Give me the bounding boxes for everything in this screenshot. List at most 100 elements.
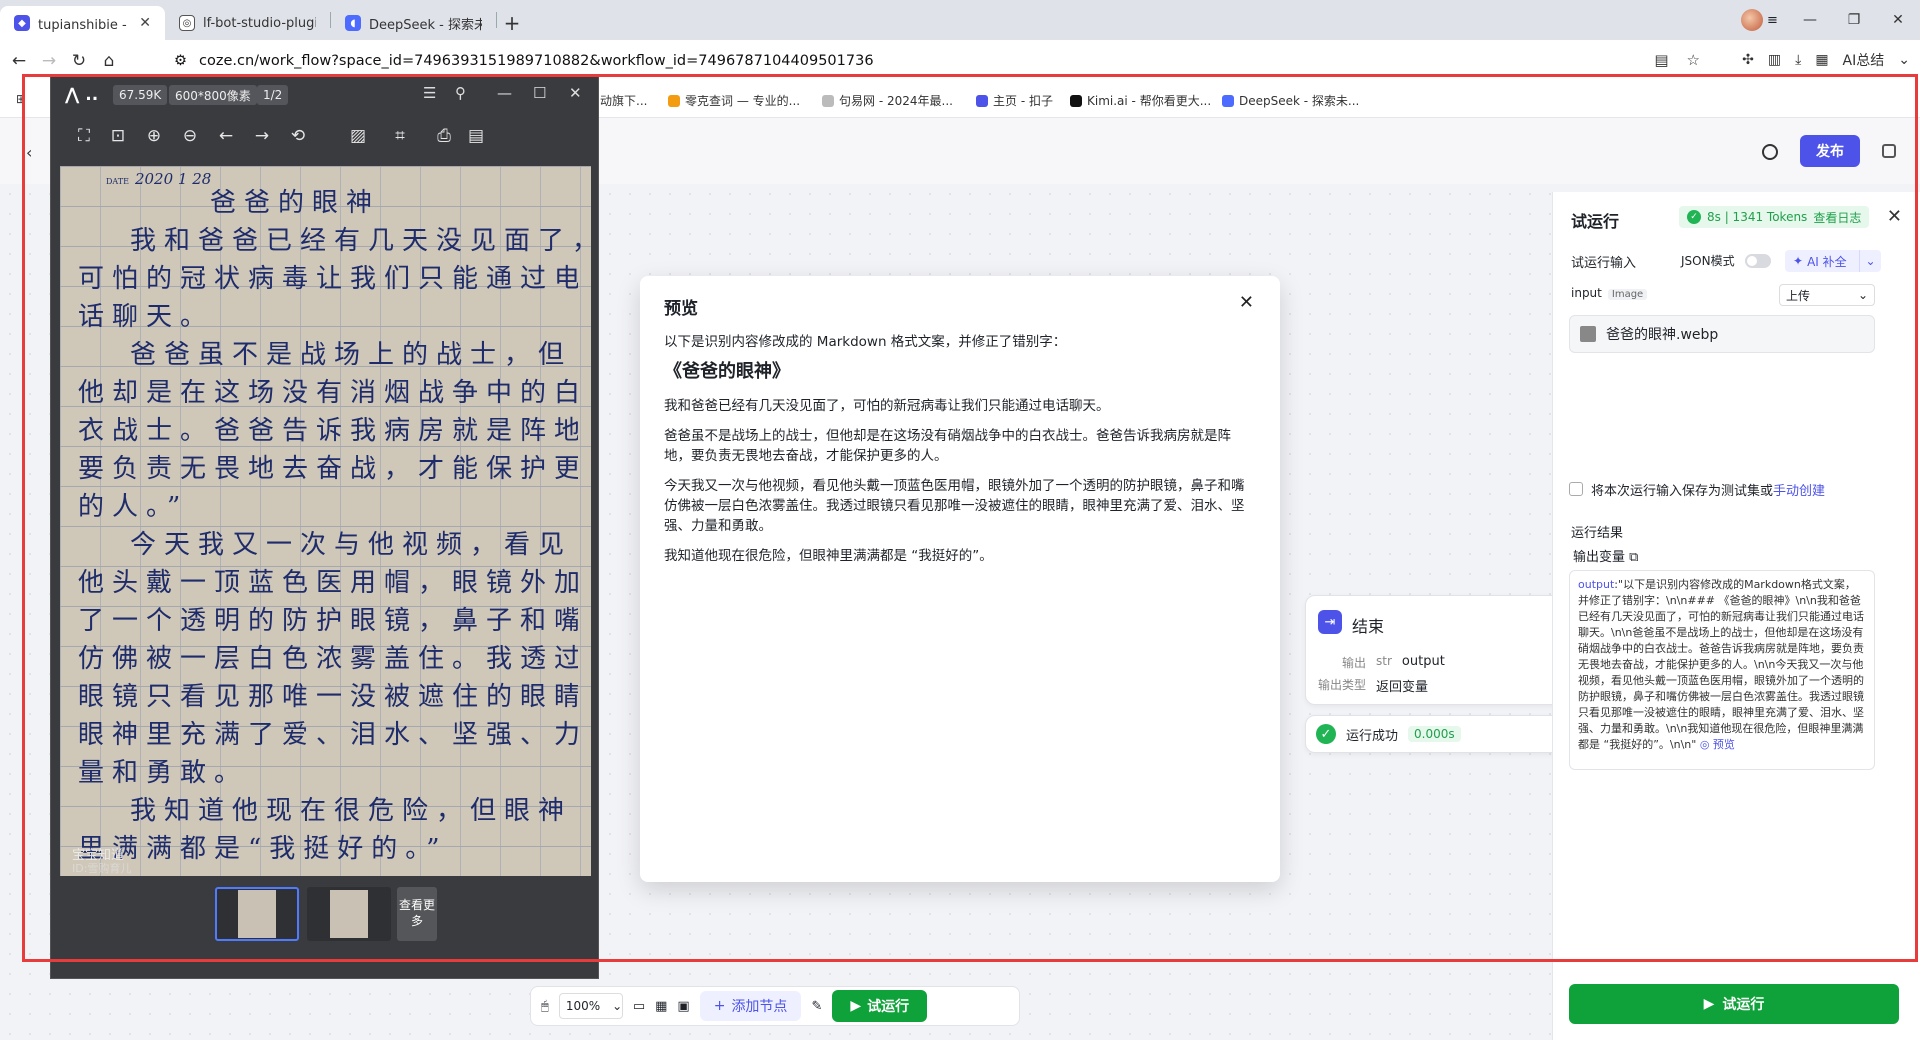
chevron-down-icon: ⌄ xyxy=(1857,288,1868,302)
tab-tupianshibie[interactable]: ◆ tupianshibie - 工 ✕ xyxy=(0,6,165,40)
viewer-titlebar: ⋀ .. 67.59K 600*800像素 1/2 ☰ ⚲ — ☐ ✕ xyxy=(51,75,600,113)
test-run-button[interactable]: ▶ 试运行 xyxy=(832,990,928,1022)
upload-select[interactable]: 上传 ⌄ xyxy=(1779,284,1875,306)
close-modal-icon[interactable]: ✕ xyxy=(1239,292,1254,313)
json-mode-toggle[interactable] xyxy=(1745,254,1771,268)
add-node-button[interactable]: + 添加节点 xyxy=(699,991,802,1021)
zoom-out-icon[interactable]: ⊖ xyxy=(179,125,201,147)
bookmark-favicon-icon xyxy=(822,94,834,107)
ai-summary-icon[interactable]: ▦ xyxy=(1815,52,1828,68)
rotate-icon[interactable]: ⟲ xyxy=(287,125,309,147)
panel-run-button[interactable]: ▶ 试运行 xyxy=(1569,984,1899,1024)
sidebar-icon[interactable]: ▥ xyxy=(1768,52,1781,68)
manual-create-link[interactable]: 手动创建 xyxy=(1773,484,1825,499)
reader-mode-icon[interactable]: ▤ xyxy=(1654,51,1668,69)
tab-title: tupianshibie - 工 xyxy=(38,17,131,33)
image-edit-icon[interactable]: ▨ xyxy=(347,125,369,147)
node-end[interactable]: ⇥ 结束 输出 str output 输出类型 返回变量 xyxy=(1305,595,1565,705)
chevron-down-icon[interactable]: ⌄ xyxy=(1859,250,1881,272)
layout-icon[interactable] xyxy=(1882,144,1896,158)
minimize-icon[interactable]: — xyxy=(497,84,512,102)
run-status-node: ✓ 运行成功 0.000s xyxy=(1305,715,1565,753)
save-icon[interactable]: ▤ xyxy=(465,125,487,147)
new-tab-button[interactable]: + xyxy=(497,6,527,40)
menu-icon[interactable]: ☰ xyxy=(423,84,436,102)
bookmark-favicon-icon xyxy=(1222,94,1234,107)
handwriting-line: 爸爸虽不是战场上的战士，但 xyxy=(130,340,573,370)
bookmark-item[interactable]: 零克查词 — 专业的... xyxy=(668,92,800,109)
handwriting-line: 了一个透明的防护眼镜，鼻子和嘴 xyxy=(78,606,578,636)
print-icon[interactable]: ⎙ xyxy=(433,125,455,147)
thumbnail-image xyxy=(238,890,276,938)
pin-icon[interactable]: ⚲ xyxy=(455,84,466,102)
copy-icon[interactable]: ⧉ xyxy=(1629,550,1638,565)
profile-menu[interactable]: ≡ xyxy=(1741,8,1785,32)
close-tab-icon[interactable]: ✕ xyxy=(139,15,151,31)
chevron-down-icon[interactable]: ⌄ xyxy=(1898,52,1910,68)
debug-icon[interactable]: ✎ xyxy=(811,999,822,1014)
minimize-icon[interactable]: — xyxy=(1788,12,1832,28)
bookmark-star-icon[interactable]: ☆ xyxy=(1687,51,1700,69)
tab-lf-bot-studio[interactable]: ◎ lf-bot-studio-plugin- xyxy=(165,6,330,40)
bookmark-apps-icon[interactable]: ⊞ xyxy=(16,92,26,106)
handwriting-line: 我知道他现在很危险，但眼神 xyxy=(130,796,573,826)
ai-fill-button[interactable]: ✦ AI 补全 ⌄ xyxy=(1785,250,1881,272)
site-settings-icon[interactable]: ⚙ xyxy=(174,53,187,69)
history-icon[interactable] xyxy=(1762,144,1778,160)
grid-icon[interactable]: ▦ xyxy=(655,999,667,1014)
zoom-select[interactable]: 100% ⌄ xyxy=(558,993,623,1019)
preview-link[interactable]: ◎ 预览 xyxy=(1700,738,1735,751)
bookmark-item[interactable]: DeepSeek - 探索未... xyxy=(1222,92,1359,109)
close-panel-icon[interactable]: ✕ xyxy=(1887,206,1902,227)
bookmark-favicon-icon xyxy=(668,94,680,107)
crop-icon[interactable]: ⌗ xyxy=(389,125,411,147)
pointer-icon[interactable]: 🖱 xyxy=(541,999,549,1014)
zoom-in-icon[interactable]: ⊕ xyxy=(143,125,165,147)
thumbnail-1[interactable] xyxy=(215,887,299,941)
publish-button[interactable]: 发布 xyxy=(1800,135,1860,167)
restore-icon[interactable]: ❐ xyxy=(1832,12,1876,28)
thumbnail-2[interactable] xyxy=(307,887,391,941)
canvas-toolbar: 🖱 100% ⌄ ▭ ▦ ▣ + 添加节点 ✎ ▶ 试运行 xyxy=(530,986,1020,1026)
omnibox-actions: ▤ ☆ xyxy=(1654,51,1700,69)
bookmark-favicon-icon xyxy=(976,94,988,107)
back-arrow-icon[interactable]: ← xyxy=(4,51,34,71)
modal-content: 以下是识别内容修改成的 Markdown 格式文案，并修正了错别字： 《爸爸的眼… xyxy=(664,332,1256,576)
save-testset-label: 将本次运行输入保存为测试集或手动创建 xyxy=(1591,484,1826,499)
comment-icon[interactable]: ▭ xyxy=(633,999,645,1014)
tab-deepseek[interactable]: ◖ DeepSeek - 探索未至 xyxy=(331,6,496,40)
fullscreen-icon[interactable]: ⛶ xyxy=(73,125,95,147)
node-title: 结束 xyxy=(1352,617,1385,636)
bookmark-item[interactable]: Kimi.ai - 帮你看更大... xyxy=(1070,92,1211,109)
maximize-icon[interactable]: ☐ xyxy=(533,84,546,102)
actual-size-icon[interactable]: ⊡ xyxy=(107,125,129,147)
output-value-box: output:"以下是识别内容修改成的Markdown格式文案，并修正了错别字：… xyxy=(1569,570,1875,770)
extensions-icon[interactable]: ✣ xyxy=(1742,52,1754,68)
bookmark-item[interactable]: 句易网 - 2024年最... xyxy=(822,92,953,109)
forward-arrow-icon[interactable]: → xyxy=(34,51,64,71)
minimap-icon[interactable]: ▣ xyxy=(677,999,689,1014)
view-log-link[interactable]: 查看日志 xyxy=(1813,209,1861,226)
ai-summary-button[interactable]: AI总结 xyxy=(1843,50,1885,70)
url-field[interactable]: ⚙ coze.cn/work_flow?space_id=74963931519… xyxy=(160,46,1690,76)
download-icon[interactable]: ⤓ xyxy=(1795,52,1801,68)
home-icon[interactable]: ⌂ xyxy=(94,51,124,71)
save-testset-checkbox[interactable] xyxy=(1569,482,1583,496)
bookmark-item[interactable]: 动旗下... xyxy=(600,92,647,109)
uploaded-file[interactable]: 爸爸的眼神.webp xyxy=(1569,315,1875,353)
success-check-icon: ✓ xyxy=(1687,210,1701,224)
prev-arrow-icon[interactable]: ← xyxy=(215,125,237,147)
back-chevron-icon[interactable]: ‹ xyxy=(26,143,32,162)
bookmark-item[interactable]: 主页 - 扣子 xyxy=(976,92,1053,109)
next-arrow-icon[interactable]: → xyxy=(251,125,273,147)
coze-favicon-icon: ◆ xyxy=(14,15,30,31)
article-paragraph: 我和爸爸已经有几天没见面了，可怕的新冠病毒让我们只能通过电话聊天。 xyxy=(664,398,1110,414)
handwriting-line: 眼镜只看见那唯一没被遮住的眼睛， xyxy=(78,682,578,712)
close-icon[interactable]: ✕ xyxy=(569,84,582,102)
page-index-chip: 1/2 xyxy=(257,85,289,105)
close-window-icon[interactable]: ✕ xyxy=(1876,12,1920,28)
reload-icon[interactable]: ↻ xyxy=(64,51,94,71)
handwriting-line: 仿佛被一层白色浓雾盖住。我透过 xyxy=(78,644,578,674)
success-check-icon: ✓ xyxy=(1316,724,1336,744)
view-more-button[interactable]: 查看更多 xyxy=(397,887,437,941)
